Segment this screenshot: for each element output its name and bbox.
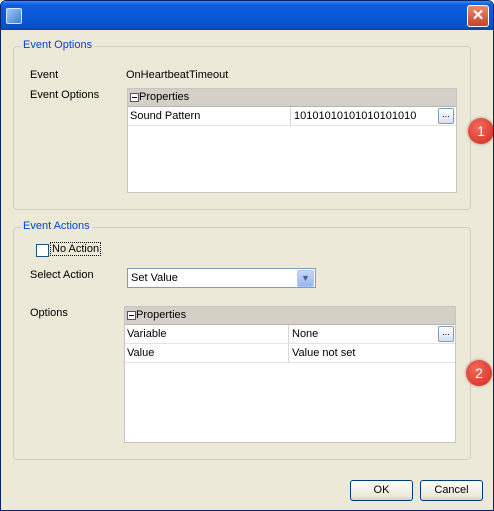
cancel-button[interactable]: Cancel [420, 480, 483, 501]
ellipsis-icon[interactable]: ... [438, 108, 454, 124]
property-grid-header[interactable]: Properties [128, 89, 456, 107]
property-row-value[interactable]: Value Value not set [125, 344, 455, 363]
property-name: Sound Pattern [130, 110, 201, 122]
no-action-label[interactable]: No Action [50, 242, 102, 256]
property-name: Variable [127, 328, 167, 340]
callout-marker-2: 2 [466, 360, 492, 386]
event-actions-legend: Event Actions [21, 220, 92, 232]
column-divider [288, 325, 289, 343]
event-options-label: Event Options [30, 89, 100, 101]
close-icon: ✕ [471, 7, 485, 24]
properties-header-label: Properties [139, 91, 190, 103]
minus-box-icon[interactable] [130, 93, 139, 102]
ok-button[interactable]: OK [350, 480, 413, 501]
app-icon [6, 8, 22, 24]
property-name: Value [127, 347, 155, 359]
close-button[interactable]: ✕ [467, 5, 489, 27]
property-grid-header[interactable]: Properties [125, 307, 455, 325]
event-actions-property-grid: Properties Variable None ... Value Value… [124, 306, 456, 443]
minus-box-icon[interactable] [127, 311, 136, 320]
property-value[interactable]: 10101010101010101010 [294, 110, 416, 122]
event-value: OnHeartbeatTimeout [126, 69, 229, 81]
no-action-checkbox[interactable] [36, 244, 49, 257]
select-action-dropdown[interactable]: Set Value ▼ [127, 268, 316, 288]
property-value[interactable]: Value not set [292, 347, 355, 359]
options-label: Options [30, 307, 68, 319]
dialog-window: ✕ Event Options Event OnHeartbeatTimeout… [0, 0, 494, 511]
properties-header-label: Properties [136, 309, 187, 321]
select-action-label: Select Action [30, 269, 94, 281]
select-action-value: Set Value [131, 272, 178, 284]
event-options-legend: Event Options [21, 39, 95, 51]
title-bar[interactable]: ✕ [1, 1, 493, 30]
event-options-property-grid: Properties Sound Pattern 101010101010101… [127, 88, 457, 193]
ellipsis-icon[interactable]: ... [438, 326, 454, 342]
event-label: Event [30, 69, 59, 81]
property-row-sound-pattern[interactable]: Sound Pattern 10101010101010101010 ... [128, 107, 456, 126]
callout-marker-1: 1 [468, 118, 493, 144]
property-value[interactable]: None [292, 328, 318, 340]
column-divider [288, 344, 289, 362]
property-row-variable[interactable]: Variable None ... [125, 325, 455, 344]
column-divider [290, 107, 291, 125]
chevron-down-icon[interactable]: ▼ [297, 270, 314, 287]
